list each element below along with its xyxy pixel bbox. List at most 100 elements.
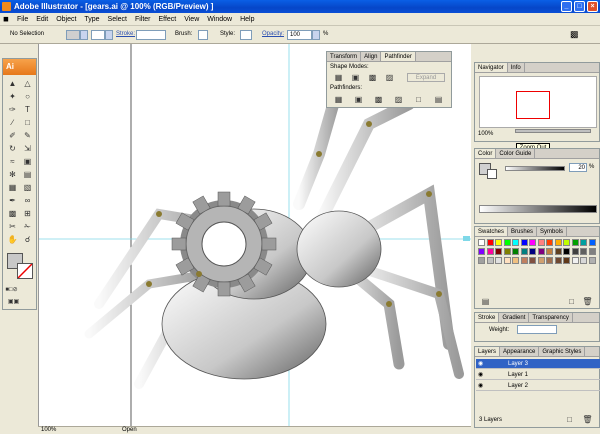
unite-icon[interactable]: ▦ xyxy=(332,72,345,83)
menu-file[interactable]: File xyxy=(14,13,31,26)
mesh-tool-icon[interactable]: ▦ xyxy=(6,182,19,193)
delete-layer-icon[interactable]: 🗑 xyxy=(581,414,594,425)
tab-appearance[interactable]: Appearance xyxy=(500,347,540,356)
hand-tool-icon[interactable]: ✋ xyxy=(6,234,19,245)
opacity-field[interactable]: 100 xyxy=(287,30,312,40)
color-swatch[interactable] xyxy=(571,239,579,246)
color-swatch[interactable] xyxy=(486,257,494,264)
view-rectangle[interactable] xyxy=(516,91,550,119)
tab-info[interactable]: Info xyxy=(508,63,525,72)
color-mode-icon[interactable]: ■□⊘ xyxy=(5,285,18,296)
color-swatch[interactable] xyxy=(571,257,579,264)
tab-symbols[interactable]: Symbols xyxy=(537,227,568,236)
free-transform-icon[interactable]: ▣ xyxy=(21,156,34,167)
workspace-icon[interactable]: ▩ xyxy=(570,29,579,40)
fill-dropdown[interactable] xyxy=(80,30,88,40)
direct-selection-tool-icon[interactable]: △ xyxy=(21,78,34,89)
menu-object[interactable]: Object xyxy=(53,13,79,26)
stroke-color-icon[interactable] xyxy=(17,263,33,279)
color-swatch[interactable] xyxy=(503,257,511,264)
opacity-dropdown[interactable] xyxy=(312,30,320,40)
color-value-field[interactable]: 20 xyxy=(569,163,587,172)
delete-swatch-icon[interactable]: 🗑 xyxy=(581,296,594,307)
color-swatch[interactable] xyxy=(554,257,562,264)
pencil-icon[interactable]: ✎ xyxy=(21,130,34,141)
color-swatch[interactable] xyxy=(495,239,502,246)
stroke-label[interactable]: Stroke: xyxy=(116,31,135,37)
opacity-label[interactable]: Opacity: xyxy=(262,31,284,37)
color-spectrum[interactable] xyxy=(479,205,597,213)
selection-tool-icon[interactable]: ▲ xyxy=(6,78,19,89)
scissors-icon[interactable]: ✁ xyxy=(21,221,34,232)
slice-tool-icon[interactable]: ✂ xyxy=(6,221,19,232)
visibility-icon[interactable]: ◉ xyxy=(478,370,483,380)
color-swatch[interactable] xyxy=(495,257,502,264)
tab-color[interactable]: Color xyxy=(475,149,497,158)
line-tool-icon[interactable]: ∕ xyxy=(6,117,19,128)
menu-type[interactable]: Type xyxy=(81,13,102,26)
tab-layers[interactable]: Layers xyxy=(475,347,501,356)
symbol-sprayer-icon[interactable]: ✻ xyxy=(6,169,19,180)
menu-effect[interactable]: Effect xyxy=(155,13,179,26)
blend-tool-icon[interactable]: ∞ xyxy=(21,195,34,206)
tab-gradient[interactable]: Gradient xyxy=(499,313,530,322)
navigator-thumbnail[interactable] xyxy=(479,76,597,128)
color-swatch[interactable] xyxy=(580,257,587,264)
color-swatch[interactable] xyxy=(503,239,511,246)
color-swatch[interactable] xyxy=(478,239,485,246)
color-swatch[interactable] xyxy=(546,248,553,255)
color-swatch[interactable] xyxy=(580,239,587,246)
tab-pathfinder[interactable]: Pathfinder xyxy=(381,52,416,61)
color-swatch[interactable] xyxy=(529,248,536,255)
divide-icon[interactable]: ▦ xyxy=(332,94,345,105)
visibility-icon[interactable]: ◉ xyxy=(478,381,483,391)
rotate-tool-icon[interactable]: ↻ xyxy=(6,143,19,154)
color-swatch[interactable] xyxy=(588,248,596,255)
eyedropper-icon[interactable]: ✒ xyxy=(6,195,19,206)
color-swatch[interactable] xyxy=(554,239,562,246)
color-swatch[interactable] xyxy=(478,248,485,255)
app-menu-icon[interactable]: ◼ xyxy=(0,13,12,26)
tab-brushes[interactable]: Brushes xyxy=(508,227,538,236)
visibility-icon[interactable]: ◉ xyxy=(478,359,483,369)
color-swatch[interactable] xyxy=(503,248,511,255)
zoom-slider[interactable] xyxy=(515,129,591,133)
color-slider[interactable] xyxy=(505,166,565,171)
minimize-button[interactable]: _ xyxy=(561,1,572,12)
color-swatch[interactable] xyxy=(529,239,536,246)
zoom-tool-icon[interactable]: ☌ xyxy=(21,234,34,245)
color-swatch[interactable] xyxy=(520,257,528,264)
menu-select[interactable]: Select xyxy=(105,13,130,26)
minus-front-icon[interactable]: ▣ xyxy=(349,72,362,83)
color-swatch[interactable] xyxy=(537,257,545,264)
tab-navigator[interactable]: Navigator xyxy=(475,63,508,72)
tab-transparency[interactable]: Transparency xyxy=(529,313,573,322)
scale-tool-icon[interactable]: ⇲ xyxy=(21,143,34,154)
color-swatch[interactable] xyxy=(571,248,579,255)
rectangle-tool-icon[interactable]: □ xyxy=(21,117,34,128)
intersect-icon[interactable]: ▩ xyxy=(366,72,379,83)
color-swatch[interactable] xyxy=(495,248,502,255)
fill-swatch[interactable] xyxy=(66,30,80,40)
graph-tool-icon[interactable]: ▤ xyxy=(21,169,34,180)
lasso-icon[interactable]: ○ xyxy=(21,91,34,102)
tab-align[interactable]: Align xyxy=(361,52,382,61)
color-swatch[interactable] xyxy=(546,239,553,246)
color-swatch[interactable] xyxy=(588,239,596,246)
color-stroke-icon[interactable] xyxy=(487,169,497,179)
brush-field[interactable] xyxy=(198,30,208,40)
outline-icon[interactable]: □ xyxy=(412,94,425,105)
stroke-dropdown[interactable] xyxy=(105,30,113,40)
menu-filter[interactable]: Filter xyxy=(132,13,154,26)
zoom-level[interactable]: 100% xyxy=(41,427,56,434)
color-swatch[interactable] xyxy=(537,239,545,246)
tab-transform[interactable]: Transform xyxy=(327,52,362,61)
color-swatch[interactable] xyxy=(486,239,494,246)
expand-button[interactable]: Expand xyxy=(407,73,445,82)
style-field[interactable] xyxy=(240,30,252,40)
warp-tool-icon[interactable]: ≈ xyxy=(6,156,19,167)
trim-icon[interactable]: ▣ xyxy=(352,94,365,105)
tab-graphic-styles[interactable]: Graphic Styles xyxy=(539,347,586,356)
new-swatch-icon[interactable]: □ xyxy=(565,296,578,307)
layer-row[interactable]: ◉ Layer 2 xyxy=(476,381,600,391)
